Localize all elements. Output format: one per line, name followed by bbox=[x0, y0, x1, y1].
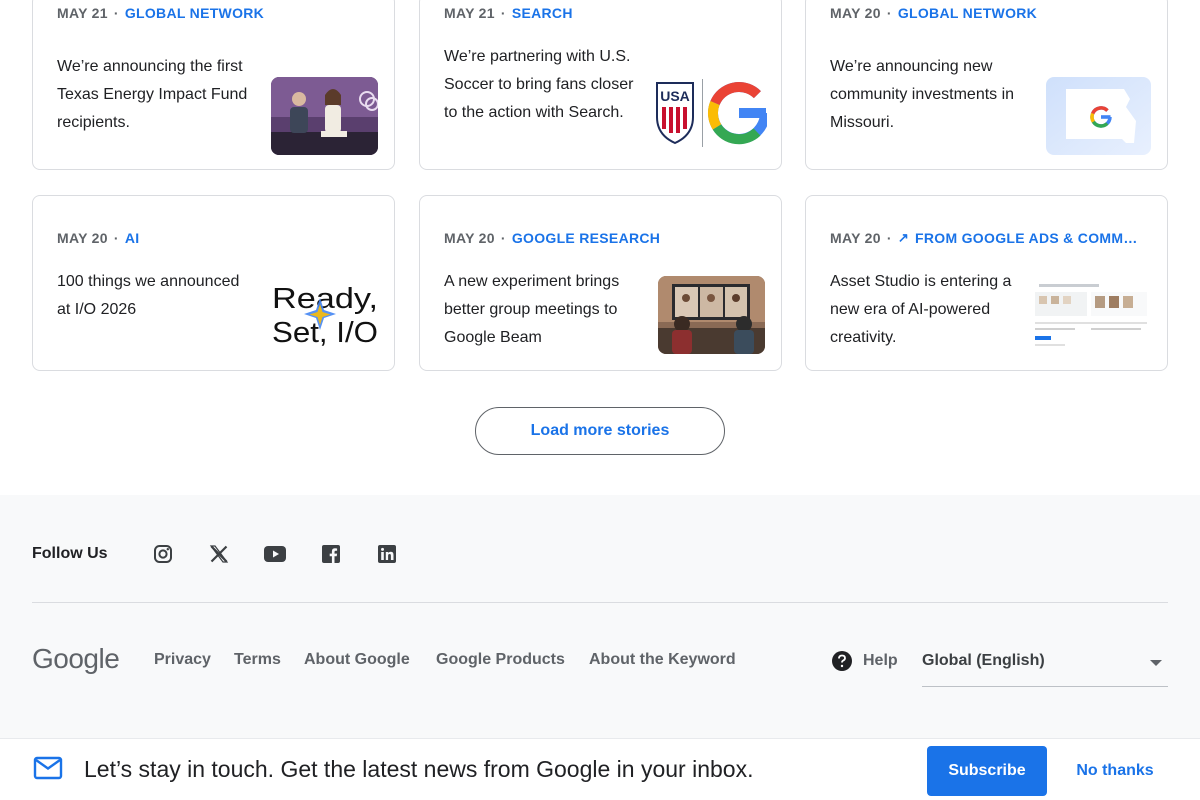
story-title[interactable]: A new experiment brings better group mee… bbox=[444, 268, 639, 352]
chevron-down-icon bbox=[1150, 660, 1162, 666]
subscribe-button[interactable]: Subscribe bbox=[927, 746, 1047, 796]
story-category[interactable]: GOOGLE RESEARCH bbox=[512, 230, 660, 246]
story-meta: MAY 20 · ↗ FROM GOOGLE ADS & COMMER... bbox=[830, 230, 1146, 246]
instagram-icon[interactable] bbox=[152, 543, 174, 565]
story-date: MAY 20 bbox=[444, 230, 495, 246]
story-meta: MAY 21 · SEARCH bbox=[444, 5, 573, 21]
follow-us-label: Follow Us bbox=[32, 545, 108, 562]
facebook-icon[interactable] bbox=[320, 543, 342, 565]
story-thumbnail[interactable] bbox=[1046, 77, 1151, 155]
footer-link-privacy[interactable]: Privacy bbox=[154, 651, 211, 669]
story-meta: MAY 20 · AI bbox=[57, 230, 140, 246]
story-thumbnail[interactable]: USA bbox=[655, 75, 767, 151]
story-title[interactable]: We’re announcing new community investmen… bbox=[830, 53, 1025, 137]
footer-link-about-google[interactable]: About Google bbox=[304, 651, 410, 669]
mail-icon bbox=[33, 756, 63, 780]
story-date: MAY 21 bbox=[57, 5, 108, 21]
story-category[interactable]: SEARCH bbox=[512, 5, 573, 21]
svg-text:USA: USA bbox=[660, 88, 690, 104]
story-card[interactable]: MAY 20 · GLOBAL NETWORK We’re announcing… bbox=[805, 0, 1168, 170]
footer-link-google-products[interactable]: Google Products bbox=[436, 651, 565, 669]
no-thanks-button[interactable]: No thanks bbox=[1072, 746, 1158, 796]
external-link-icon: ↗ bbox=[897, 230, 910, 245]
story-card[interactable]: MAY 21 · SEARCH We’re partnering with U.… bbox=[419, 0, 782, 170]
google-logo[interactable]: Google bbox=[32, 643, 120, 675]
language-selected: Global (English) bbox=[922, 652, 1045, 669]
footer-divider bbox=[32, 602, 1168, 603]
youtube-icon[interactable] bbox=[264, 543, 286, 565]
story-meta: MAY 21 · GLOBAL NETWORK bbox=[57, 5, 265, 21]
story-date: MAY 20 bbox=[830, 230, 881, 246]
story-category[interactable]: GLOBAL NETWORK bbox=[125, 5, 264, 21]
help-label: Help bbox=[863, 652, 898, 669]
linkedin-icon[interactable] bbox=[376, 543, 398, 565]
story-thumbnail[interactable] bbox=[271, 77, 378, 155]
svg-text:Set, I/O: Set, I/O bbox=[272, 317, 378, 349]
story-thumbnail[interactable]: Ready, Set, I/O bbox=[270, 276, 380, 352]
svg-text:Ready,: Ready, bbox=[272, 283, 378, 315]
help-icon bbox=[832, 651, 852, 671]
story-thumbnail[interactable] bbox=[1031, 280, 1151, 354]
story-date: MAY 20 bbox=[830, 5, 881, 21]
x-icon[interactable] bbox=[208, 543, 230, 565]
story-title[interactable]: 100 things we announced at I/O 2026 bbox=[57, 268, 252, 324]
story-card[interactable]: MAY 21 · GLOBAL NETWORK We’re announcing… bbox=[32, 0, 395, 170]
story-category[interactable]: GLOBAL NETWORK bbox=[898, 5, 1037, 21]
newsletter-banner: Let’s stay in touch. Get the latest news… bbox=[0, 738, 1200, 800]
story-card[interactable]: MAY 20 · GOOGLE RESEARCH A new experimen… bbox=[419, 195, 782, 371]
story-meta: MAY 20 · GLOBAL NETWORK bbox=[830, 5, 1038, 21]
story-title[interactable]: We’re partnering with U.S. Soccer to bri… bbox=[444, 43, 639, 127]
newsletter-text: Let’s stay in touch. Get the latest news… bbox=[84, 756, 754, 782]
footer-link-about-keyword[interactable]: About the Keyword bbox=[589, 651, 736, 669]
story-card[interactable]: MAY 20 · AI 100 things we announced at I… bbox=[32, 195, 395, 371]
story-date: MAY 21 bbox=[444, 5, 495, 21]
story-title[interactable]: We’re announcing the first Texas Energy … bbox=[57, 53, 252, 137]
load-more-button[interactable]: Load more stories bbox=[475, 407, 725, 455]
language-select[interactable]: Global (English) bbox=[922, 643, 1168, 687]
story-category[interactable]: FROM GOOGLE ADS & COMMER... bbox=[915, 230, 1145, 246]
footer-link-terms[interactable]: Terms bbox=[234, 651, 281, 669]
story-title[interactable]: Asset Studio is entering a new era of AI… bbox=[830, 268, 1025, 352]
help-link[interactable]: Help bbox=[831, 650, 898, 672]
story-thumbnail[interactable] bbox=[658, 276, 765, 354]
story-card[interactable]: MAY 20 · ↗ FROM GOOGLE ADS & COMMER... A… bbox=[805, 195, 1168, 371]
story-category[interactable]: AI bbox=[125, 230, 140, 246]
story-meta: MAY 20 · GOOGLE RESEARCH bbox=[444, 230, 661, 246]
story-date: MAY 20 bbox=[57, 230, 108, 246]
